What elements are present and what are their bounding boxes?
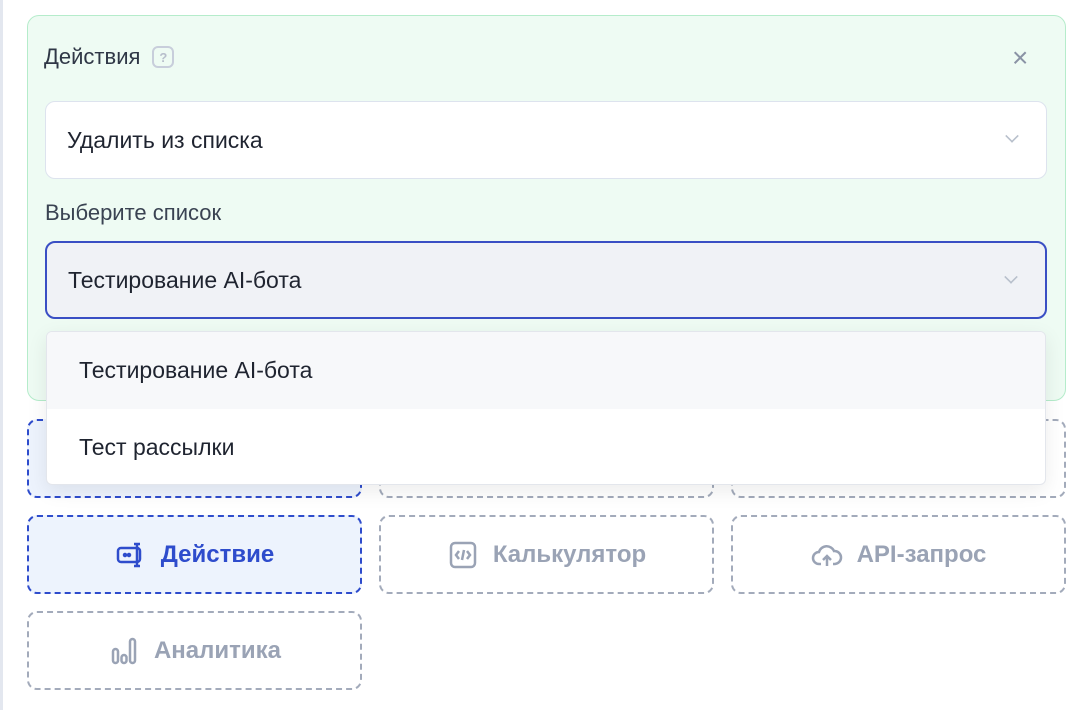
list-label: Выберите список: [45, 200, 221, 226]
list-select[interactable]: Тестирование AI-бота: [45, 241, 1047, 319]
dropdown-option[interactable]: Тестирование AI-бота: [47, 332, 1045, 409]
list-dropdown: Тестирование AI-бота Тест рассылки: [46, 331, 1046, 485]
block-button-analytics[interactable]: Аналитика: [27, 611, 362, 690]
chevron-down-icon: [1004, 270, 1018, 284]
block-button-action[interactable]: Действие: [27, 515, 362, 594]
dropdown-option[interactable]: Тест рассылки: [47, 409, 1045, 485]
cloud-upload-icon: [811, 539, 843, 571]
help-icon[interactable]: ?: [152, 46, 174, 68]
list-select-value: Тестирование AI-бота: [68, 267, 301, 294]
block-label: Действие: [161, 541, 274, 569]
block-button-calculator[interactable]: Калькулятор: [379, 515, 714, 594]
block-button-api[interactable]: API-запрос: [731, 515, 1066, 594]
code-icon: [447, 539, 479, 571]
title-text: Действия: [44, 44, 140, 70]
action-icon: [115, 539, 147, 571]
block-label: API-запрос: [857, 541, 987, 569]
chevron-down-icon: [1005, 129, 1019, 143]
action-select-value: Удалить из списка: [67, 127, 263, 154]
actions-title: Действия?: [44, 44, 174, 70]
action-select[interactable]: Удалить из списка: [45, 101, 1047, 179]
block-label: Калькулятор: [493, 541, 646, 569]
block-label: Аналитика: [154, 637, 281, 665]
close-icon[interactable]: ×: [1012, 42, 1028, 74]
analytics-icon: [108, 635, 140, 667]
left-divider: [0, 0, 3, 710]
